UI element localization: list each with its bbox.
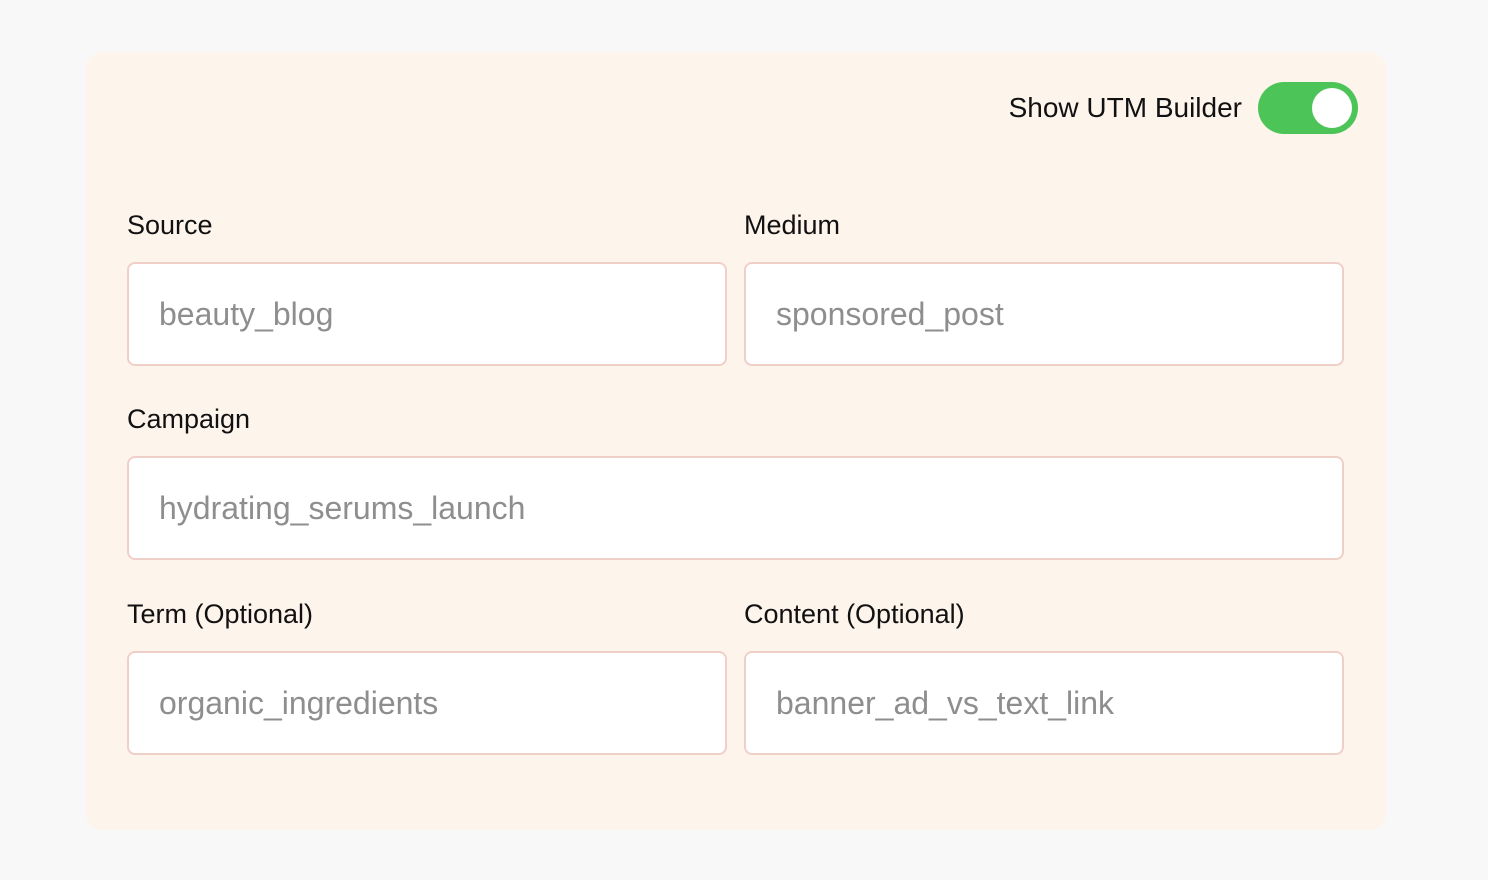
campaign-label: Campaign <box>127 404 251 434</box>
utm-builder-toggle-row: Show UTM Builder <box>1009 82 1358 134</box>
term-label: Term (Optional) <box>127 599 314 629</box>
utm-builder-panel: Show UTM Builder Source Medium Campaign … <box>86 52 1386 830</box>
content-label: Content (Optional) <box>744 599 965 629</box>
source-input[interactable] <box>127 262 727 366</box>
show-utm-builder-toggle[interactable] <box>1258 82 1358 134</box>
content-input[interactable] <box>744 651 1344 755</box>
toggle-knob <box>1312 88 1352 128</box>
show-utm-builder-label: Show UTM Builder <box>1008 92 1242 123</box>
term-input[interactable] <box>127 651 727 755</box>
medium-input[interactable] <box>744 262 1344 366</box>
source-label: Source <box>127 210 213 240</box>
medium-label: Medium <box>744 210 841 240</box>
campaign-input[interactable] <box>127 456 1344 560</box>
